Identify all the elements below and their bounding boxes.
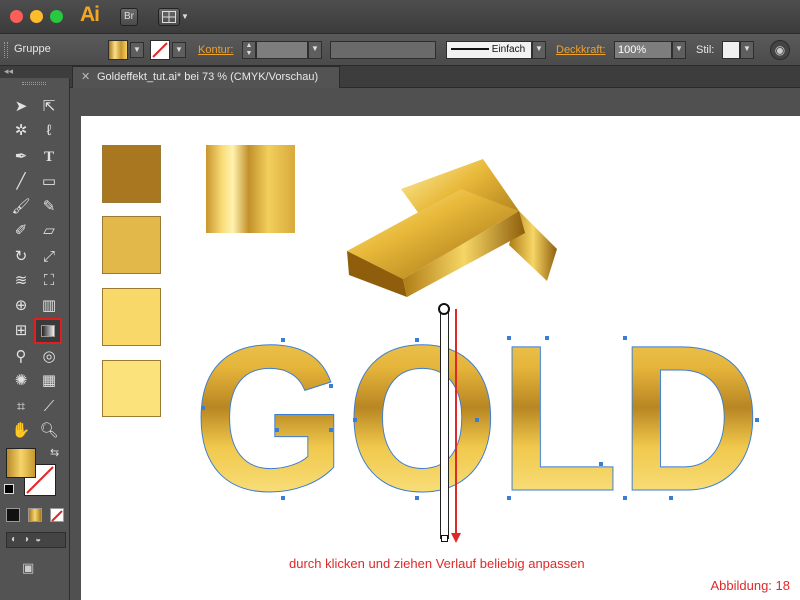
- graphic-style-dropdown[interactable]: ▼: [740, 41, 754, 59]
- document-tab-bar: ✕ Goldeffekt_tut.ai* bei 73 % (CMYK/Vors…: [70, 66, 800, 88]
- graph-tool-icon[interactable]: ▥: [36, 295, 62, 317]
- opacity-label[interactable]: Deckkraft:: [556, 44, 606, 56]
- gold-text-artwork[interactable]: GOLD: [189, 334, 789, 502]
- gradient-tool-icon[interactable]: [34, 318, 62, 344]
- brush-dropdown[interactable]: ▼: [532, 41, 546, 59]
- pen-tool-icon[interactable]: ✒: [8, 146, 34, 168]
- app-logo: Ai: [80, 3, 100, 26]
- gradient-origin-handle[interactable]: [438, 303, 450, 315]
- blend-tool-icon[interactable]: ◎: [36, 346, 62, 368]
- zoom-window-button[interactable]: [50, 10, 63, 23]
- bridge-button[interactable]: Br: [120, 8, 138, 26]
- gold-gradient-swatch[interactable]: [206, 145, 295, 233]
- gradient-annotator-bar[interactable]: [440, 309, 449, 539]
- line-tool-icon[interactable]: ╱: [8, 171, 34, 193]
- scale-tool-icon[interactable]: ⤢: [36, 246, 62, 268]
- type-tool-icon[interactable]: T: [36, 146, 62, 168]
- drag-direction-arrow-head: [451, 533, 461, 543]
- gradient-end-handle[interactable]: [441, 535, 448, 542]
- stroke-weight-input[interactable]: [256, 41, 308, 59]
- swap-fill-stroke-icon[interactable]: ⇆: [50, 446, 59, 459]
- toolbox-grip-icon[interactable]: [22, 82, 46, 85]
- default-fill-stroke-icon[interactable]: [4, 484, 14, 494]
- slice-tool-icon[interactable]: ⟋: [36, 396, 62, 418]
- gradient-mode-icon[interactable]: [28, 508, 42, 522]
- style-label: Stil:: [696, 44, 715, 56]
- brush-name: Einfach: [491, 44, 526, 55]
- opacity-input[interactable]: 100%: [614, 41, 672, 59]
- color-mode-icon[interactable]: [6, 508, 20, 522]
- close-window-button[interactable]: [10, 10, 23, 23]
- arrange-documents-icon: [162, 11, 176, 23]
- title-bar: Ai Br ▼: [0, 0, 800, 34]
- blob-brush-tool-icon[interactable]: ✐: [8, 220, 34, 242]
- eraser-tool-icon[interactable]: ▱: [36, 220, 62, 242]
- none-slash-icon: [51, 510, 63, 522]
- minimize-window-button[interactable]: [30, 10, 43, 23]
- rectangle-tool-icon[interactable]: ▭: [36, 171, 62, 193]
- direct-selection-tool-icon[interactable]: ⇱: [36, 96, 62, 118]
- rotate-tool-icon[interactable]: ↻: [8, 246, 34, 268]
- column-graph-tool-icon[interactable]: ▦: [36, 370, 62, 392]
- paintbrush-tool-icon[interactable]: 🖌: [8, 196, 34, 218]
- stroke-line-preview: [451, 48, 489, 51]
- magic-wand-tool-icon[interactable]: ✲: [8, 120, 34, 142]
- artboard[interactable]: GOLD durch klicken und ziehen Verlauf be…: [81, 116, 800, 600]
- free-transform-tool-icon[interactable]: ⛶: [36, 270, 62, 292]
- graphic-style-swatch[interactable]: [722, 41, 740, 59]
- fill-swatch[interactable]: [108, 40, 128, 60]
- zoom-tool-icon[interactable]: 🔍︎: [36, 420, 62, 442]
- stroke-swatch[interactable]: [150, 40, 170, 60]
- gold-swatch-light[interactable]: [102, 288, 161, 346]
- arrange-dropdown-icon[interactable]: ▼: [181, 12, 189, 21]
- collapse-panel-icon[interactable]: ◂◂: [0, 66, 70, 78]
- shape-builder-tool-icon[interactable]: ⊕: [8, 295, 34, 317]
- brush-definition-select[interactable]: Einfach: [446, 41, 532, 59]
- document-tab-title: Goldeffekt_tut.ai* bei 73 % (CMYK/Vorsch…: [97, 71, 319, 83]
- arrange-documents-button[interactable]: [158, 8, 180, 26]
- gradient-swatch-icon: [41, 325, 55, 337]
- panel-grip-icon[interactable]: [4, 42, 8, 58]
- warp-tool-icon[interactable]: ≋: [8, 270, 34, 292]
- drawing-mode-buttons[interactable]: ◐◑◒: [6, 532, 66, 548]
- close-tab-icon[interactable]: ✕: [81, 67, 90, 88]
- stroke-weight-dropdown[interactable]: ▼: [308, 41, 322, 59]
- screen-mode-icon[interactable]: ▣: [22, 560, 44, 576]
- none-mode-icon[interactable]: [50, 508, 64, 522]
- tools-panel: ◂◂ ➤ ⇱ ✲ ℓ ✒ T ╱ ▭ 🖌 ✎ ✐ ▱ ↻ ⤢ ≋ ⛶ ⊕ ▥ ⊞…: [0, 66, 70, 600]
- document-tab[interactable]: ✕ Goldeffekt_tut.ai* bei 73 % (CMYK/Vors…: [72, 66, 340, 88]
- artboard-tool-icon[interactable]: ⌗: [8, 396, 34, 418]
- stroke-weight-stepper[interactable]: ▲ ▼: [242, 41, 256, 59]
- eyedropper-tool-icon[interactable]: ⚲: [8, 346, 34, 368]
- fill-color-box[interactable]: [6, 448, 36, 478]
- fill-dropdown[interactable]: ▼: [130, 42, 144, 58]
- symbol-sprayer-tool-icon[interactable]: ✺: [8, 370, 34, 392]
- no-stroke-icon: [152, 42, 168, 58]
- instruction-caption: durch klicken und ziehen Verlauf beliebi…: [289, 556, 585, 571]
- selection-type-label: Gruppe: [14, 43, 51, 55]
- pencil-tool-icon[interactable]: ✎: [36, 196, 62, 218]
- opacity-dropdown[interactable]: ▼: [672, 41, 686, 59]
- variable-width-profile[interactable]: [330, 41, 436, 59]
- pasteboard[interactable]: GOLD durch klicken und ziehen Verlauf be…: [70, 88, 800, 600]
- drag-direction-arrow-line: [455, 309, 457, 535]
- stroke-dropdown[interactable]: ▼: [172, 42, 186, 58]
- selection-tool-icon[interactable]: ➤: [8, 96, 34, 118]
- gold-bars-image: [347, 159, 557, 297]
- control-bar: Gruppe ▼ ▼ Kontur: ▲ ▼ ▼ Einfach ▼ Deckkr…: [0, 34, 800, 66]
- gold-swatch-pale[interactable]: [102, 360, 161, 417]
- mesh-tool-icon[interactable]: ⊞: [8, 320, 34, 342]
- gold-swatch-dark[interactable]: [102, 145, 161, 203]
- lasso-tool-icon[interactable]: ℓ: [36, 120, 62, 142]
- figure-label: Abbildung: 18: [710, 578, 790, 593]
- hand-tool-icon[interactable]: ✋: [8, 420, 34, 442]
- stroke-label[interactable]: Kontur:: [198, 44, 233, 56]
- document-setup-icon[interactable]: ◉: [770, 40, 790, 60]
- gold-swatch-mid[interactable]: [102, 216, 161, 274]
